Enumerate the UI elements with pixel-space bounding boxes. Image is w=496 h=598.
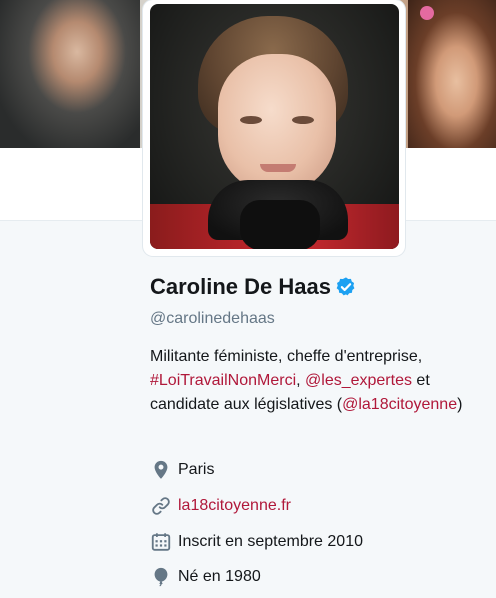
- profile-name-row: Caroline De Haas: [150, 272, 357, 302]
- website-link[interactable]: la18citoyenne.fr: [178, 497, 291, 515]
- banner-image-accent: [420, 6, 434, 20]
- profile-handle[interactable]: @carolinedehaas: [150, 310, 275, 328]
- bio-mention-link[interactable]: @la18citoyenne: [342, 396, 457, 413]
- bio-separator: ,: [296, 372, 306, 389]
- location-text: Paris: [178, 461, 215, 478]
- avatar-frame[interactable]: [143, 0, 405, 256]
- banner-image-left: [0, 0, 140, 148]
- profile-location: Paris: [150, 458, 214, 482]
- profile-birth: Né en 1980: [150, 565, 261, 589]
- bio-mention-link[interactable]: @les_expertes: [305, 372, 412, 389]
- bio-text: Militante féministe, cheffe d'entreprise…: [150, 348, 423, 365]
- calendar-icon: [151, 533, 171, 551]
- banner-image-right: [408, 0, 496, 148]
- profile-joined: Inscrit en septembre 2010: [150, 530, 363, 554]
- profile-bio: Militante féministe, cheffe d'entreprise…: [150, 345, 490, 417]
- bio-text: ): [457, 396, 463, 413]
- avatar[interactable]: [150, 4, 399, 249]
- joined-text: Inscrit en septembre 2010: [178, 533, 363, 550]
- location-pin-icon: [154, 460, 168, 479]
- verified-badge-icon[interactable]: [335, 276, 357, 298]
- profile-name[interactable]: Caroline De Haas: [150, 274, 331, 300]
- profile-website: la18citoyenne.fr: [150, 494, 291, 518]
- balloon-icon: [154, 567, 168, 587]
- birth-text: Né en 1980: [178, 568, 261, 585]
- link-icon: [152, 497, 170, 515]
- bio-hashtag-link[interactable]: #LoiTravailNonMerci: [150, 372, 296, 389]
